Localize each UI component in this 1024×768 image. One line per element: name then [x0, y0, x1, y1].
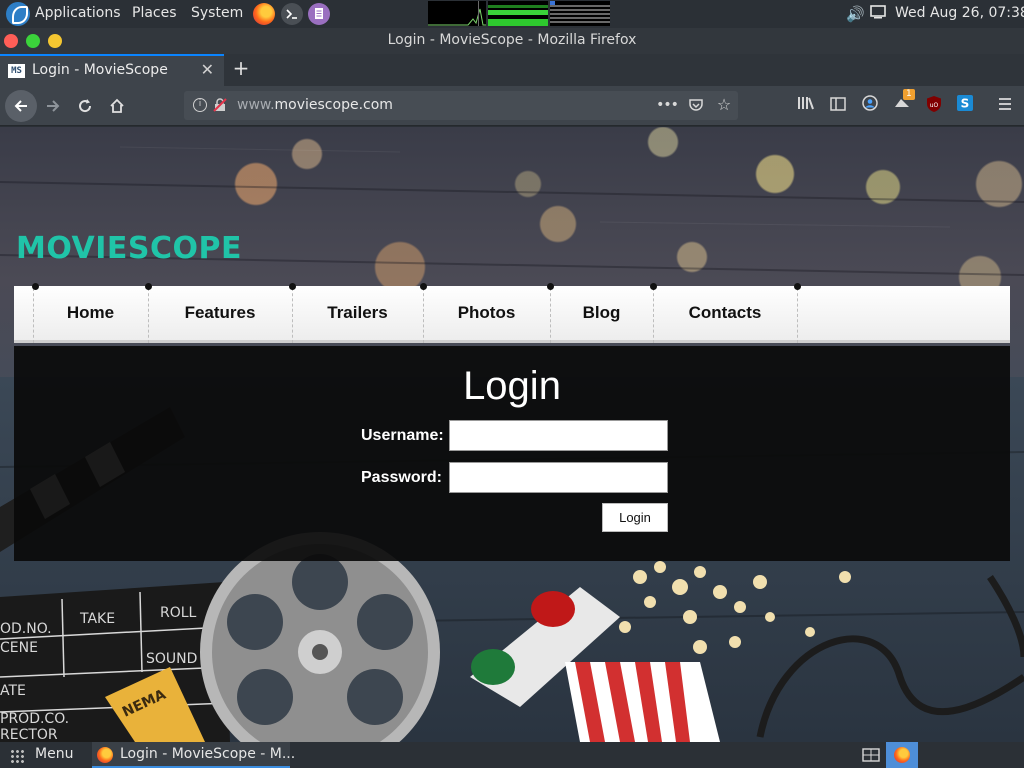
bookmark-star-icon[interactable]: ☆ [713, 94, 735, 116]
desktop-taskbar: Menu Login - MovieScope - M... [0, 742, 1024, 768]
insecure-connection-icon[interactable] [213, 98, 227, 112]
kali-dragon-icon[interactable] [6, 2, 30, 26]
login-button[interactable]: Login [602, 503, 668, 532]
taskbar-menu-label: Menu [35, 746, 74, 762]
hamburger-menu-icon[interactable] [994, 95, 1016, 117]
clock[interactable]: Wed Aug 26, 07:38 [895, 5, 1024, 21]
page-actions-icon[interactable]: ••• [656, 94, 679, 116]
extension-icon[interactable]: 1 [891, 89, 915, 117]
site-navigation: Home Features Trailers Photos Blog Conta… [14, 283, 1010, 343]
clapperboard: OD.NO. TAKE ROLL CENE SOUND ATE PROD.CO.… [0, 582, 230, 742]
clapper-text: OD.NO. [0, 621, 52, 637]
terminal-launcher-icon[interactable] [281, 3, 303, 25]
username-input[interactable] [449, 420, 668, 451]
login-panel: Login Username: Password: Login [14, 346, 1010, 561]
clapper-text: ROLL [160, 605, 197, 621]
moviescope-favicon-icon: MS [8, 64, 25, 78]
url-prefix: www. [237, 97, 275, 113]
clapper-text: SOUND [146, 651, 197, 667]
clapper-text: RECTOR [0, 727, 58, 742]
site-logo[interactable]: MOVIESCOPE [16, 231, 242, 266]
desktop-top-panel: Applications Places System 🔊 Wed Aug 26,… [0, 0, 1024, 28]
workspace-switcher-icon[interactable] [862, 746, 880, 768]
web-page: MOVIESCOPE Home Features Trailers Photos… [0, 127, 1024, 742]
clapper-text: PROD.CO. [0, 711, 69, 727]
login-heading: Login [463, 364, 561, 408]
apps-grid-icon [10, 749, 24, 763]
close-tab-icon[interactable]: ✕ [201, 60, 214, 79]
skype-extension-icon[interactable]: S [954, 95, 976, 117]
password-input[interactable] [449, 462, 668, 493]
home-icon[interactable] [103, 92, 131, 120]
text-editor-launcher-icon[interactable] [308, 3, 330, 25]
cpu-monitor-graph [428, 1, 486, 26]
nav-home[interactable]: Home [33, 286, 148, 343]
pocket-icon[interactable] [685, 94, 707, 116]
library-icon[interactable] [795, 95, 817, 117]
network-monitor-graph [550, 1, 610, 26]
tab-bar: MS Login - MovieScope ✕ + [0, 54, 1024, 86]
menu-places[interactable]: Places [132, 5, 177, 21]
display-icon[interactable] [870, 5, 886, 23]
taskbar-window-label: Login - MovieScope - M... [120, 746, 296, 762]
nav-trailers[interactable]: Trailers [292, 286, 423, 343]
firefox-launcher-icon[interactable] [253, 3, 275, 25]
svg-text:S: S [961, 97, 970, 111]
extension-badge: 1 [903, 89, 915, 100]
taskbar-window-firefox[interactable]: Login - MovieScope - M... [92, 742, 295, 768]
url-text[interactable]: www.moviescope.com [237, 97, 393, 113]
firefox-icon [894, 747, 910, 763]
firefox-icon [97, 747, 113, 763]
ublock-origin-icon[interactable]: uO [923, 95, 945, 117]
new-tab-button[interactable]: + [230, 56, 252, 82]
nav-separator [797, 288, 798, 343]
menu-applications[interactable]: Applications [35, 5, 121, 21]
password-label: Password: [361, 469, 442, 486]
nav-blog[interactable]: Blog [550, 286, 653, 343]
nav-features[interactable]: Features [148, 286, 292, 343]
window-titlebar: Login - MovieScope - Mozilla Firefox [0, 28, 1024, 54]
nav-dot [794, 283, 801, 290]
popcorn-box [565, 662, 720, 742]
memory-monitor-graph [488, 1, 548, 26]
url-bar[interactable]: i www.moviescope.com ••• ☆ [184, 91, 738, 120]
back-button[interactable] [5, 90, 37, 122]
reload-icon[interactable] [71, 92, 99, 120]
navigation-toolbar: i www.moviescope.com ••• ☆ 1 uO S [0, 86, 1024, 126]
nav-photos[interactable]: Photos [423, 286, 550, 343]
window-title: Login - MovieScope - Mozilla Firefox [387, 32, 637, 48]
site-info-icon[interactable]: i [193, 98, 207, 112]
url-domain: moviescope.com [274, 97, 393, 113]
account-icon[interactable] [859, 95, 881, 117]
tab-label: Login - MovieScope [32, 62, 168, 78]
clapper-text: ATE [0, 683, 26, 699]
sidebar-icon[interactable] [827, 95, 849, 117]
svg-text:uO: uO [930, 102, 939, 109]
menu-system[interactable]: System [191, 5, 243, 21]
nav-contacts[interactable]: Contacts [653, 286, 797, 343]
forward-button[interactable] [39, 92, 67, 120]
tab-login-moviescope[interactable]: MS Login - MovieScope ✕ [0, 54, 224, 86]
clapper-text: CENE [0, 640, 38, 656]
volume-icon[interactable]: 🔊 [846, 5, 865, 23]
clapper-text: TAKE [79, 611, 115, 627]
username-label: Username: [361, 427, 444, 444]
taskbar-firefox-active[interactable] [886, 742, 918, 768]
